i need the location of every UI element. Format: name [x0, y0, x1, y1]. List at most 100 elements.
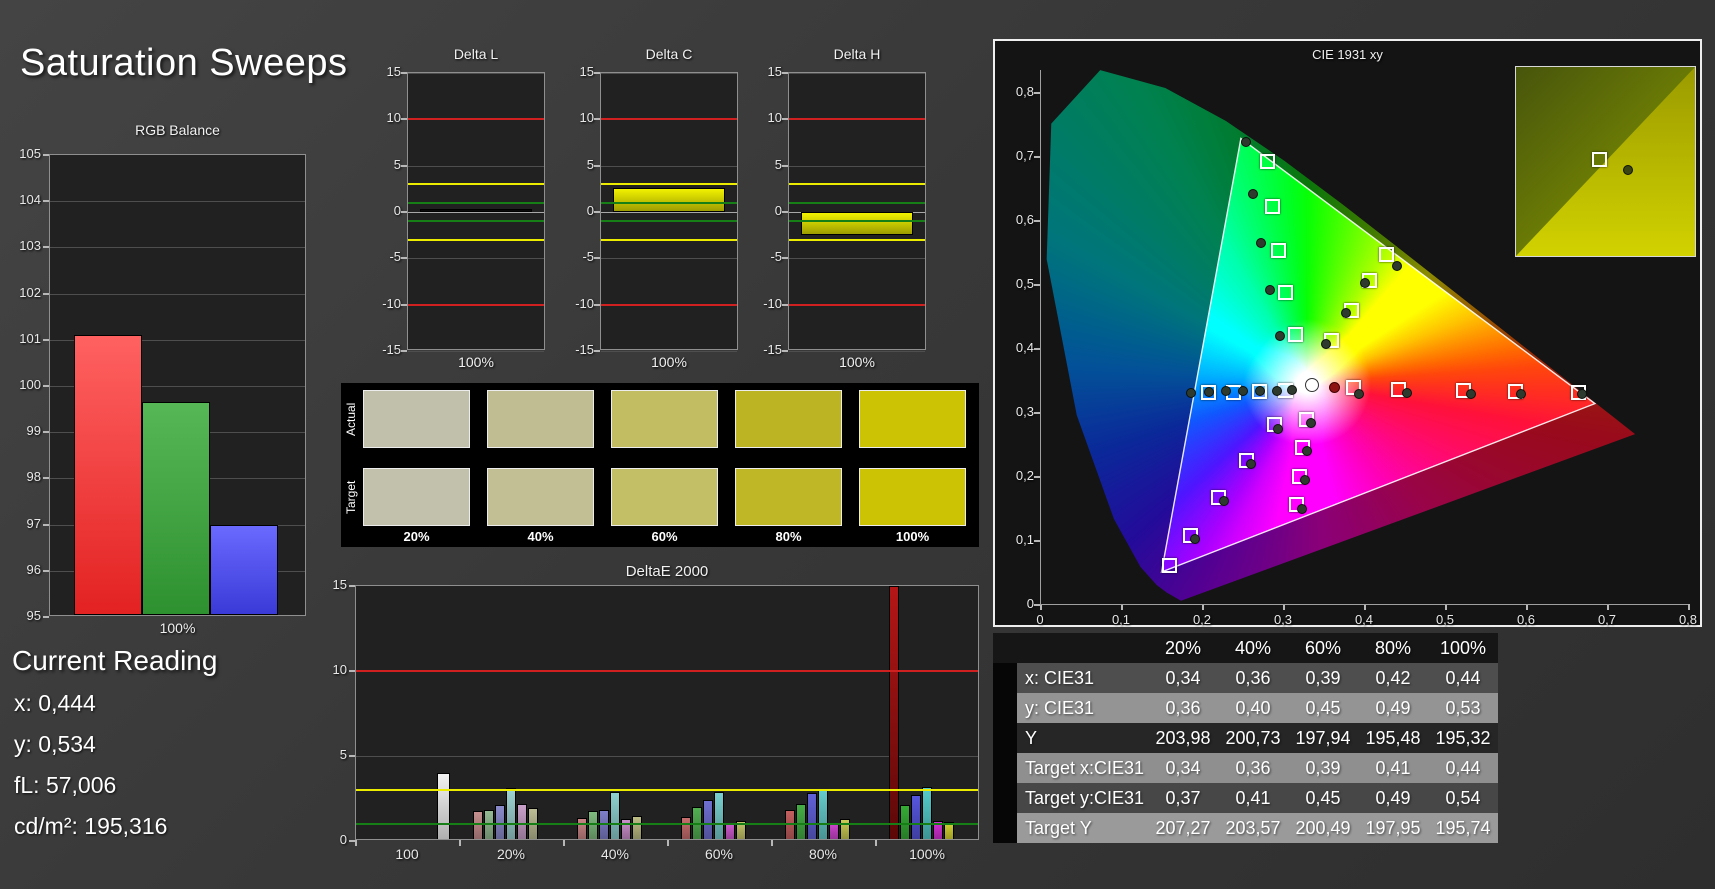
- deltae-bar: [517, 803, 527, 839]
- deltae2000-title: DeltaE 2000: [625, 563, 709, 580]
- rgb-ytick-label: 96: [26, 561, 41, 577]
- delta-xlabel: 100%: [458, 354, 494, 370]
- deltae2000-chart[interactable]: [355, 585, 979, 840]
- delta-ytick-label: 15: [579, 64, 594, 79]
- cie-zoom-inset: [1515, 66, 1696, 257]
- deltae-tickmark: [349, 755, 355, 757]
- delta-chart-title: Delta L: [453, 46, 499, 62]
- swatch-col-label: 80%: [775, 529, 802, 544]
- deltae-group-label: 100%: [909, 846, 945, 862]
- deltae-bar: [577, 818, 587, 839]
- table-cell-value: 0,49: [1375, 788, 1411, 808]
- deltae-bar: [714, 791, 724, 839]
- deltae-group-tick: [875, 840, 877, 846]
- table-col-header: 40%: [1234, 638, 1272, 658]
- cie-measured-dot: [1220, 386, 1231, 397]
- rgb-bar-green: [142, 402, 210, 615]
- cie-measured-dot: [1577, 388, 1588, 399]
- swatch-col-label: 40%: [527, 529, 554, 544]
- delta-limit-yellow-pos: [408, 183, 544, 186]
- table-row-label: Target x:CIE31: [1025, 758, 1145, 778]
- delta-ytick-label: 0: [393, 203, 401, 218]
- swatch-row-label: Target: [344, 480, 358, 514]
- delta-limit-yellow-neg: [789, 238, 925, 241]
- delta-tickmark: [594, 118, 600, 121]
- cie-measured-dot: [1271, 385, 1282, 396]
- cie-xtick-label: 0,4: [1354, 612, 1374, 627]
- deltae-bar: [610, 791, 620, 839]
- swatch-comparison-panel[interactable]: Actual Target 20% 40% 60% 80% 100%: [341, 383, 979, 547]
- rgb-ytick-label: 98: [26, 469, 41, 485]
- rgb-tickmark: [43, 431, 49, 434]
- cie-measured-dot: [1300, 474, 1311, 485]
- deltae-group-label: 80%: [808, 846, 838, 862]
- cie-ytick-label: 0,3: [1015, 404, 1034, 419]
- delta-gridline: [408, 212, 544, 213]
- cie-ytick-label: 0,2: [1015, 468, 1034, 483]
- delta-limit-green-neg: [601, 220, 737, 223]
- table-cell-value: 0,41: [1235, 788, 1271, 808]
- delta-tickmark: [401, 164, 407, 167]
- cie-measured-dot: [1353, 388, 1364, 399]
- delta-chart-delta-l[interactable]: [407, 72, 545, 352]
- delta-tickmark: [401, 118, 407, 121]
- delta-tickmark: [782, 72, 788, 74]
- deltae-bar: [506, 788, 516, 839]
- rgb-bar-blue: [210, 524, 278, 615]
- cie-measured-dot: [1402, 387, 1413, 398]
- table-row-black-col: [993, 723, 1017, 753]
- delta-gridline: [408, 258, 544, 260]
- rgb-tickmark: [43, 385, 49, 387]
- rgb-balance-title: RGB Balance: [135, 122, 220, 138]
- deltae-group-tick: [459, 840, 461, 846]
- table-cell-value: 203,98: [1155, 728, 1211, 748]
- rgb-gridline: [50, 247, 305, 249]
- delta-gridline: [789, 351, 925, 352]
- table-row-black-col: [993, 663, 1017, 693]
- swatch-actual: [487, 390, 594, 448]
- delta-limit-green-neg: [408, 220, 544, 223]
- delta-bar: [613, 187, 725, 212]
- rgb-balance-chart[interactable]: [49, 154, 306, 616]
- table-col-header: 20%: [1164, 638, 1202, 658]
- cie-white-point: [1304, 377, 1319, 392]
- cie-xtick-label: 0,2: [1192, 612, 1212, 627]
- delta-ytick-label: -15: [382, 342, 401, 357]
- delta-limit-red-pos: [408, 118, 544, 121]
- cie-xtick: [1688, 604, 1690, 610]
- deltae-bar: [796, 803, 806, 839]
- delta-chart-delta-h[interactable]: [788, 72, 926, 352]
- deltae-group-label: 40%: [600, 846, 630, 862]
- table-row-label: Y: [1025, 728, 1038, 748]
- rgb-tickmark: [43, 154, 49, 156]
- delta-tickmark: [401, 303, 407, 306]
- delta-limit-green-neg: [789, 220, 925, 223]
- table-cell-value: 0,44: [1445, 668, 1481, 688]
- swatch-actual: [859, 390, 966, 448]
- cie-target-square: [1259, 153, 1275, 169]
- delta-gridline: [408, 165, 544, 167]
- cie-chart-title: CIE 1931 xy: [1312, 47, 1383, 62]
- swatch-target: [859, 468, 966, 526]
- rgb-bar-red: [74, 335, 142, 615]
- table-cell-value: 0,54: [1445, 788, 1481, 808]
- deltae-bar: [703, 800, 713, 839]
- deltae-ytick-label: 15: [332, 577, 347, 592]
- cie-xtick-label: 0,6: [1516, 612, 1536, 627]
- cie-measured-dot: [1254, 385, 1265, 396]
- delta-ytick-label: 10: [386, 110, 401, 126]
- table-cell-value: 195,48: [1365, 728, 1421, 748]
- rgb-tickmark: [43, 523, 49, 526]
- delta-chart-delta-c[interactable]: [600, 72, 738, 352]
- cie-target-square: [1288, 326, 1304, 342]
- cie-ytick-label: 0: [1026, 596, 1034, 611]
- deltae-group-tick: [355, 840, 357, 846]
- delta-tickmark: [594, 164, 600, 167]
- delta-limit-green-pos: [789, 201, 925, 204]
- deltae-bar: [632, 815, 642, 839]
- delta-bar: [801, 212, 913, 236]
- delta-tickmark: [782, 257, 788, 260]
- delta-bar: [420, 209, 532, 212]
- current-reading-heading: Current Reading: [12, 645, 218, 676]
- rgb-ytick-label: 99: [26, 423, 41, 439]
